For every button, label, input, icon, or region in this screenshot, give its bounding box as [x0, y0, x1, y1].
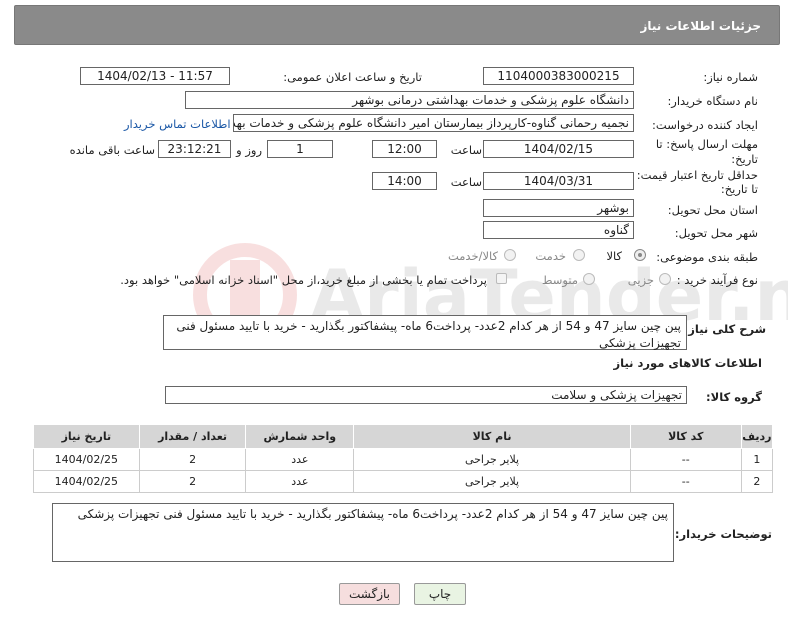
remaining-time-field[interactable]: 23:12:21 [158, 140, 231, 158]
page-header: جزئیات اطلاعات نیاز [14, 5, 780, 45]
description-field[interactable]: پین چین سایز 47 و 54 از هر کدام 2عدد- پر… [163, 315, 687, 350]
city-field[interactable]: گناوه [483, 221, 634, 239]
validity-time-field[interactable]: 14:00 [372, 172, 437, 190]
deadline-time-field[interactable]: 12:00 [372, 140, 437, 158]
treasury-payment-note: پرداخت تمام یا بخشی از مبلغ خرید،از محل … [120, 273, 487, 287]
cell-code: -- [629, 470, 742, 493]
buyer-notes-label: توضیحات خریدار: [674, 527, 772, 541]
page-title: جزئیات اطلاعات نیاز [640, 19, 761, 33]
col-date: تاریخ نیاز [33, 424, 140, 449]
goods-info-title: اطلاعات کالاهای مورد نیاز [613, 356, 762, 370]
days-remaining-field[interactable]: 1 [267, 140, 333, 158]
need-number-label: شماره نیاز: [703, 70, 758, 84]
cell-date: 1404/02/25 [33, 470, 140, 493]
cell-row: 1 [740, 448, 774, 471]
description-label: شرح کلی نیاز: [683, 322, 766, 336]
deadline-time-label: ساعت [450, 143, 482, 157]
cell-unit: عدد [245, 470, 355, 493]
col-unit: واحد شمارش [245, 424, 355, 449]
cell-qty: 2 [138, 448, 247, 471]
deadline-label-line1: مهلت ارسال پاسخ: تا [655, 137, 758, 151]
buyer-org-field[interactable]: دانشگاه علوم پزشکی و خدمات بهداشتی درمان… [185, 91, 634, 109]
table-row[interactable]: 1 -- پلایر جراحی عدد 2 1404/02/25 [33, 448, 774, 471]
cell-qty: 2 [138, 470, 247, 493]
col-code: کد کالا [629, 424, 742, 449]
province-field[interactable]: بوشهر [483, 199, 634, 217]
validity-date-field[interactable]: 1404/03/31 [483, 172, 634, 190]
buyer-contact-link[interactable]: اطلاعات تماس خریدار [124, 117, 231, 131]
remaining-label: ساعت باقی مانده [69, 143, 155, 157]
city-label: شهر محل تحویل: [674, 226, 758, 240]
col-row: ردیف [740, 424, 774, 449]
cell-name: پلایر جراحی [353, 448, 631, 471]
province-label: استان محل تحویل: [667, 203, 758, 217]
print-button[interactable]: چاپ [414, 583, 466, 605]
goods-table: ردیف کد کالا نام کالا واحد شمارش تعداد /… [33, 424, 774, 493]
category-label: طبقه بندی موضوعی: [656, 250, 758, 264]
table-row[interactable]: 2 -- پلایر جراحی عدد 2 1404/02/25 [33, 470, 774, 493]
cell-unit: عدد [245, 448, 355, 471]
col-qty: تعداد / مقدار [138, 424, 247, 449]
category-goods-service-radio[interactable] [504, 249, 516, 261]
process-label: نوع فرآیند خرید : [676, 273, 758, 287]
category-service-label: خدمت [535, 249, 566, 263]
process-medium-radio[interactable] [583, 273, 595, 285]
announce-datetime-field[interactable]: 1404/02/13 - 11:57 [80, 67, 230, 85]
validity-label-line2: تا تاریخ: [720, 182, 758, 196]
buyer-org-label: نام دستگاه خریدار: [667, 94, 758, 108]
category-goods-radio[interactable] [634, 249, 646, 261]
validity-label-line1: حداقل تاریخ اعتبار قیمت: [636, 168, 758, 182]
category-service-radio[interactable] [573, 249, 585, 261]
announce-label: تاریخ و ساعت اعلان عمومی: [283, 70, 422, 84]
creator-field[interactable]: نجمیه رحمانی گناوه-کارپرداز بیمارستان ام… [233, 114, 634, 132]
back-button[interactable]: بازگشت [339, 583, 400, 605]
cell-date: 1404/02/25 [33, 448, 140, 471]
process-medium-label: متوسط [541, 273, 578, 287]
cell-code: -- [629, 448, 742, 471]
buyer-notes-field[interactable]: پین چین سایز 47 و 54 از هر کدام 2عدد- پر… [52, 503, 674, 562]
category-goods-label: کالا [606, 249, 622, 263]
cell-name: پلایر جراحی [353, 470, 631, 493]
creator-label: ایجاد کننده درخواست: [652, 118, 758, 132]
deadline-date-field[interactable]: 1404/02/15 [483, 140, 634, 158]
cell-row: 2 [740, 470, 774, 493]
goods-group-field[interactable]: تجهیزات پزشکی و سلامت [165, 386, 687, 404]
category-goods-service-label: کالا/خدمت [447, 249, 498, 263]
validity-time-label: ساعت [450, 175, 482, 189]
goods-group-label: گروه کالا: [706, 390, 762, 404]
col-name: نام کالا [353, 424, 631, 449]
deadline-label-line2: تاریخ: [731, 152, 758, 166]
need-number-field[interactable]: 1104000383000215 [483, 67, 634, 85]
table-header-row: ردیف کد کالا نام کالا واحد شمارش تعداد /… [33, 424, 774, 449]
process-partial-radio[interactable] [659, 273, 671, 285]
days-label: روز و [236, 143, 262, 157]
process-partial-label: جزیی [627, 273, 654, 287]
treasury-payment-checkbox[interactable] [496, 273, 507, 284]
